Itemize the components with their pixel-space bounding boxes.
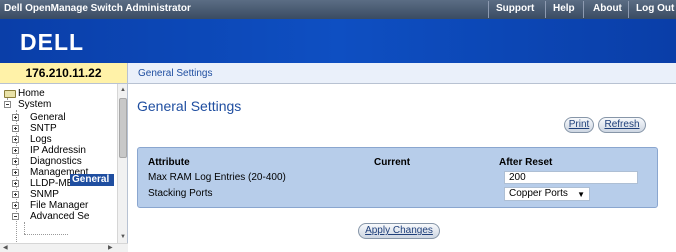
expand-icon[interactable] bbox=[12, 191, 19, 198]
expand-icon[interactable] bbox=[12, 125, 19, 132]
tree-item-label: SNMP bbox=[30, 189, 59, 200]
collapse-icon[interactable] bbox=[4, 101, 11, 108]
table-row: Max RAM Log Entries (20-400) 200 bbox=[143, 171, 653, 184]
top-separator bbox=[628, 1, 629, 18]
expand-icon[interactable] bbox=[12, 169, 19, 176]
expand-icon[interactable] bbox=[12, 180, 19, 187]
page-title: General Settings bbox=[137, 98, 242, 114]
dell-logo-text: DELL bbox=[20, 29, 84, 53]
ip-address: 176.210.11.22 bbox=[0, 63, 128, 84]
column-header-current: Current bbox=[374, 157, 411, 168]
tree-item-label: Diagnostics bbox=[30, 156, 82, 167]
expand-icon[interactable] bbox=[12, 147, 19, 154]
navigation-tree: Home System General SNTP Logs IP Address… bbox=[0, 84, 128, 252]
tree-item-label: General bbox=[30, 112, 66, 123]
tree-connector bbox=[24, 222, 25, 234]
tree-item-label: File Manager bbox=[30, 200, 89, 211]
expand-icon[interactable] bbox=[12, 136, 19, 143]
home-icon bbox=[4, 90, 16, 98]
tree-connector bbox=[24, 234, 68, 235]
dell-logo: DELL bbox=[20, 29, 84, 53]
scroll-up-icon[interactable]: ▲ bbox=[120, 87, 126, 93]
support-link[interactable]: Support bbox=[496, 3, 534, 14]
tree-item-general-selected[interactable]: General bbox=[70, 174, 114, 186]
max-ram-log-entries-input[interactable]: 200 bbox=[504, 171, 638, 184]
table-row: Stacking Ports Copper Ports ▼ bbox=[143, 187, 653, 201]
expand-icon[interactable] bbox=[12, 114, 19, 121]
row-label: Stacking Ports bbox=[148, 188, 213, 199]
stacking-ports-value: Copper Ports bbox=[509, 188, 568, 199]
column-header-after-reset: After Reset bbox=[499, 157, 553, 168]
row-label: Max RAM Log Entries (20-400) bbox=[148, 172, 286, 183]
app-title: Dell OpenManage Switch Administrator bbox=[4, 3, 191, 14]
tree-item-label: IP Addressin bbox=[30, 145, 86, 156]
scroll-down-icon[interactable]: ▼ bbox=[120, 234, 126, 240]
print-button[interactable]: Print bbox=[564, 117, 594, 133]
top-separator bbox=[583, 1, 584, 18]
tree-vertical-scrollbar[interactable]: ▲ ▼ bbox=[117, 84, 127, 243]
breadcrumb[interactable]: General Settings bbox=[138, 68, 213, 79]
tree-item-label: Logs bbox=[30, 134, 52, 145]
settings-table: Attribute Current After Reset Max RAM Lo… bbox=[137, 147, 658, 208]
apply-changes-button[interactable]: Apply Changes bbox=[358, 223, 440, 239]
refresh-button[interactable]: Refresh bbox=[598, 117, 646, 133]
help-link[interactable]: Help bbox=[553, 3, 575, 14]
tree-item-label: Home bbox=[18, 88, 45, 99]
expand-icon[interactable] bbox=[12, 202, 19, 209]
chevron-down-icon[interactable]: ▼ bbox=[577, 189, 585, 201]
scroll-right-icon[interactable]: ▶ bbox=[108, 245, 113, 251]
collapse-icon[interactable] bbox=[12, 213, 19, 220]
logout-link[interactable]: Log Out bbox=[636, 3, 674, 14]
tree-item-label: SNTP bbox=[30, 123, 57, 134]
tree-item-label: System bbox=[18, 99, 52, 110]
about-link[interactable]: About bbox=[593, 3, 622, 14]
brand-banner: DELL bbox=[0, 19, 676, 63]
tree-item-label: Advanced Se bbox=[30, 211, 90, 222]
top-separator bbox=[545, 1, 546, 18]
scrollbar-thumb[interactable] bbox=[119, 98, 127, 158]
expand-icon[interactable] bbox=[12, 158, 19, 165]
column-header-attribute: Attribute bbox=[148, 157, 190, 168]
tree-item-label: General bbox=[72, 174, 110, 185]
breadcrumb-bar: General Settings bbox=[128, 63, 676, 84]
top-bar: Dell OpenManage Switch Administrator Sup… bbox=[0, 0, 676, 19]
top-separator bbox=[488, 1, 489, 18]
tree-horizontal-scrollbar[interactable]: ◀ ▶ bbox=[0, 243, 128, 252]
stacking-ports-select[interactable]: Copper Ports ▼ bbox=[504, 187, 590, 201]
scroll-left-icon[interactable]: ◀ bbox=[3, 245, 8, 251]
